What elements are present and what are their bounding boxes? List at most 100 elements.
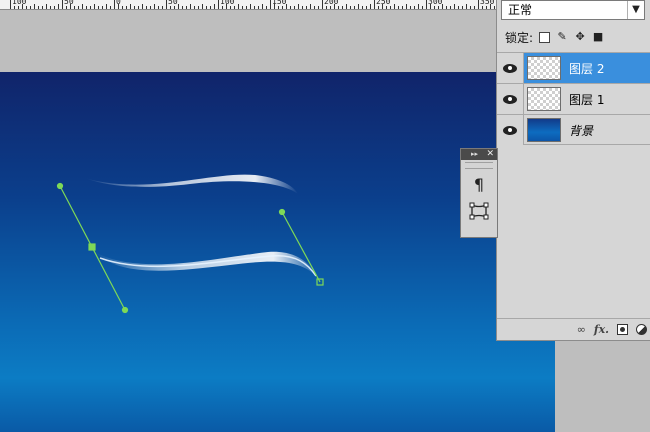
- ruler-label: 50: [168, 0, 178, 6]
- layer-main[interactable]: 图层 2: [524, 53, 650, 83]
- path-handles[interactable]: [56, 182, 324, 314]
- eye-icon[interactable]: [497, 53, 524, 83]
- ruler-tick: [390, 6, 391, 9]
- ruler-tick: [254, 6, 255, 9]
- layers-panel-toolbar: ∞ fx.: [497, 318, 650, 340]
- layer-main[interactable]: 图层 1: [524, 84, 650, 114]
- ruler-tick: [302, 6, 303, 9]
- ruler-tick: [474, 6, 475, 9]
- ruler-label: 150: [272, 0, 287, 6]
- layer-row-2[interactable]: 图层 2: [497, 52, 650, 83]
- eye-icon[interactable]: [497, 115, 524, 145]
- ruler-tick: [158, 6, 159, 9]
- ruler-tick: [266, 6, 267, 9]
- ruler-tick: [222, 6, 223, 9]
- ruler-tick: [426, 0, 427, 9]
- ruler-tick: [122, 6, 123, 9]
- ruler-tick: [134, 6, 135, 9]
- layer-thumbnail: [527, 87, 561, 111]
- ruler-tick: [346, 4, 347, 9]
- eye-icon[interactable]: [497, 84, 524, 114]
- layer-thumbnail: [527, 118, 561, 142]
- lock-all-icon[interactable]: ■: [592, 31, 604, 43]
- ruler-tick: [146, 6, 147, 9]
- ruler-tick: [150, 6, 151, 9]
- ruler-label: 50: [64, 0, 74, 6]
- ruler-tick: [154, 4, 155, 9]
- lock-brush-icon[interactable]: ✎: [556, 31, 568, 43]
- close-icon[interactable]: ✕: [486, 149, 494, 160]
- ruler-tick: [90, 6, 91, 9]
- ruler-tick: [246, 6, 247, 9]
- ruler-tick: [470, 6, 471, 9]
- horizontal-ruler: 10050050100150200250300350400: [0, 0, 497, 10]
- lock-move-icon[interactable]: ✥: [574, 31, 586, 43]
- ruler-tick: [366, 6, 367, 9]
- ruler-tick: [330, 6, 331, 9]
- ruler-tick: [262, 4, 263, 9]
- ruler-tick: [18, 6, 19, 9]
- ruler-tick: [98, 6, 99, 9]
- ruler-tick: [270, 0, 271, 9]
- pasteboard-area-right: [555, 340, 650, 432]
- ruler-tick: [238, 4, 239, 9]
- ruler-tick: [258, 6, 259, 9]
- layer-main[interactable]: 背景: [524, 115, 650, 145]
- lock-row: 锁定: ✎ ✥ ■: [505, 28, 604, 46]
- ruler-tick: [386, 6, 387, 9]
- ruler-tick: [322, 0, 323, 9]
- ruler-tick: [290, 6, 291, 9]
- ruler-tick: [10, 0, 11, 9]
- ruler-tick: [402, 6, 403, 9]
- ruler-tick: [78, 6, 79, 9]
- ruler-tick: [422, 6, 423, 9]
- ruler-tick: [278, 6, 279, 9]
- ruler-tick: [210, 6, 211, 9]
- ruler-tick: [354, 6, 355, 9]
- layer-row-background[interactable]: 背景: [497, 114, 650, 145]
- ruler-tick: [54, 6, 55, 9]
- layer-row-1[interactable]: 图层 1: [497, 83, 650, 114]
- ruler-tick: [126, 6, 127, 9]
- layer-name: 图层 2: [569, 61, 605, 76]
- ruler-tick: [434, 6, 435, 9]
- collapse-icon[interactable]: ▸▸: [471, 149, 478, 160]
- ruler-tick: [74, 6, 75, 9]
- grip-handle[interactable]: [465, 162, 493, 169]
- ruler-tick: [206, 6, 207, 9]
- ruler-tick: [294, 6, 295, 9]
- ruler-tick: [106, 4, 107, 9]
- mask-icon[interactable]: [617, 324, 628, 335]
- lock-transparency-icon[interactable]: [539, 31, 551, 43]
- ruler-tick: [214, 4, 215, 9]
- adjustment-icon[interactable]: [636, 324, 647, 335]
- ruler-label: 250: [376, 0, 391, 6]
- ruler-tick: [14, 6, 15, 9]
- ruler-tick: [82, 4, 83, 9]
- ruler-tick: [242, 6, 243, 9]
- fx-icon[interactable]: fx.: [594, 323, 609, 336]
- paragraph-icon[interactable]: ¶: [466, 172, 492, 196]
- link-icon[interactable]: ∞: [577, 323, 586, 336]
- layer-name: 背景: [569, 123, 594, 138]
- ruler-tick: [86, 6, 87, 9]
- floating-mini-panel: ▸▸ ✕ ¶: [460, 148, 498, 238]
- blend-mode-dropdown[interactable]: 正常 ▼: [501, 0, 645, 20]
- ruler-tick: [130, 4, 131, 9]
- ruler-tick: [202, 4, 203, 9]
- ruler-tick: [174, 6, 175, 9]
- ruler-tick: [450, 6, 451, 9]
- mini-panel-titlebar[interactable]: ▸▸ ✕: [461, 149, 497, 160]
- ruler-tick: [194, 6, 195, 9]
- ruler-tick: [310, 4, 311, 9]
- ruler-tick: [486, 6, 487, 9]
- ruler-tick: [282, 6, 283, 9]
- ruler-tick: [26, 6, 27, 9]
- ruler-tick: [446, 6, 447, 9]
- ruler-tick: [114, 0, 115, 9]
- document-canvas[interactable]: [0, 72, 555, 432]
- ruler-tick: [34, 4, 35, 9]
- transform-icon[interactable]: [466, 199, 492, 223]
- ruler-label: 0: [116, 0, 121, 6]
- chevron-down-icon[interactable]: ▼: [627, 1, 644, 19]
